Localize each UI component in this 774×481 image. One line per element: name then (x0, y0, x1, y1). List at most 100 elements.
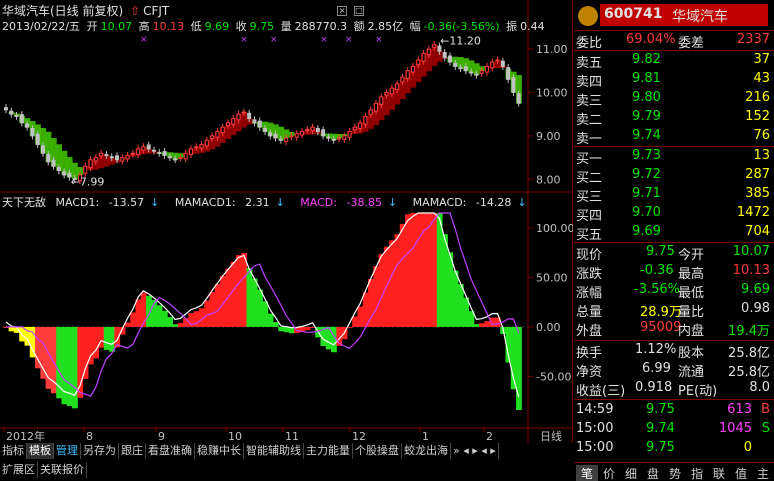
tab-10[interactable]: 蛟龙出海 (402, 443, 451, 459)
candle-body (136, 148, 141, 156)
chart-svg[interactable]: 11.00 10.00 9.00 8.00 100.00 50.00 0.00 -50.00 2… (0, 0, 573, 443)
panel-tab-8[interactable]: 主 (752, 465, 774, 481)
sell-volume: 43 (753, 71, 770, 86)
price-tick-label: 8.00 (536, 173, 561, 186)
mamacd1-label: MAMACD1: (174, 196, 236, 209)
candle-body (479, 70, 484, 74)
stock-code: 600741 (604, 6, 663, 22)
event-marker-icon: × (140, 35, 148, 45)
fundamental-value: 6.99 (642, 361, 671, 376)
panel-tab-2[interactable]: 细 (620, 465, 642, 481)
tick-time: 14:59 (576, 402, 614, 417)
sell-label: 卖一 (576, 132, 603, 147)
panel-tab-6[interactable]: 联 (708, 465, 730, 481)
macd-bar (262, 301, 269, 327)
tick-volume: 1045 (718, 421, 752, 436)
time-tick-label: 9 (158, 430, 165, 443)
sell-volume: 216 (745, 90, 770, 105)
tick-flag: S (761, 421, 770, 436)
fundamental-value: 25.8亿 (728, 365, 770, 380)
macd-bar (352, 316, 358, 327)
tab-2[interactable]: 管理 (54, 443, 81, 459)
candle-body (210, 135, 215, 139)
divider (574, 399, 774, 400)
stat-value: 9.75 (646, 244, 675, 259)
macd-label: MACD: (300, 196, 337, 209)
tab-0[interactable]: 指标 (0, 443, 27, 459)
candle-body (99, 152, 104, 157)
candle-body (236, 113, 241, 121)
candle-body (315, 128, 320, 133)
panel-tab-bar: 笔价细盘势指联值主 (574, 462, 774, 481)
price-tick-label: 9.00 (536, 130, 561, 143)
candle-body (300, 131, 304, 136)
time-tick-label: 2012年 (6, 429, 45, 443)
candle-body (263, 128, 267, 133)
macd-bar (362, 292, 369, 327)
panel-tab-0[interactable]: 笔 (576, 465, 598, 481)
chart-area[interactable]: 11.00 10.00 9.00 8.00 100.00 50.00 0.00 -50.00 2… (0, 0, 573, 443)
sell-row: 卖二 9.79 152 (574, 109, 774, 128)
tab-3[interactable]: 另存为 (81, 443, 119, 459)
stat-value: 0.98 (741, 301, 770, 316)
panel-tab-4[interactable]: 势 (664, 465, 686, 481)
candle-body (352, 126, 357, 131)
ext-tab-1[interactable]: 关联报价 (38, 462, 87, 478)
volume-label: 量 (280, 20, 292, 33)
divider (574, 146, 774, 147)
event-marker-icon: × (345, 35, 353, 45)
panel-tab-1[interactable]: 价 (598, 465, 620, 481)
tab-6[interactable]: 稳赚中长 (195, 443, 244, 459)
high-annotation: ←11.20 (440, 34, 481, 47)
stat-row: 涨幅 -3.56% 最低 9.69 (574, 282, 774, 301)
stat-value: 28.9万 (640, 305, 682, 320)
buy-volume: 287 (745, 167, 770, 182)
tab-9[interactable]: 个股操盘 (353, 443, 402, 459)
tab-1[interactable]: 模板 (27, 443, 54, 459)
close-icon[interactable]: × (337, 6, 348, 16)
candle-body (56, 167, 61, 172)
panel-tab-5[interactable]: 指 (686, 465, 708, 481)
tick-price: 9.74 (646, 421, 675, 436)
buy-price: 9.71 (632, 186, 661, 201)
quote-line: 2013/02/22/五 开 10.07 高 10.13 低 9.69 收 9.75 量… (2, 18, 548, 33)
bottom-tab-area: 指标 模板 管理 另存为 跟庄 看盘准确 稳赚中长 智能辅助线 主力能量 个股操盘 蛟龙出海» ◂ … (0, 443, 573, 481)
macd-bar (204, 300, 210, 327)
macd-bar (399, 224, 406, 327)
candle-body (88, 159, 93, 169)
stat-row: 涨跌 -0.36 最高 10.13 (574, 263, 774, 282)
fundamental-label: 流通 (678, 365, 705, 380)
candle-body (220, 126, 225, 134)
tab-7[interactable]: 智能辅助线 (244, 443, 304, 459)
candle-body (157, 151, 162, 154)
stat-label: 最高 (678, 267, 705, 282)
candle-body (252, 119, 257, 124)
macd1-readout: MACD1: -13.57 ↓ (56, 196, 166, 209)
macd-tick-label: -50.00 (536, 370, 571, 383)
buy-label: 买三 (576, 190, 603, 205)
macd-bar (230, 261, 237, 327)
ext-tab-0[interactable]: 扩展区 (0, 462, 38, 478)
tab-4[interactable]: 跟庄 (119, 443, 146, 459)
tab-5[interactable]: 看盘准确 (146, 443, 195, 459)
event-marker-icon: × (375, 35, 383, 45)
fundamental-label: 收益(三) (576, 384, 626, 399)
sell-price: 9.81 (632, 71, 661, 86)
panel-tab-3[interactable]: 盘 (642, 465, 664, 481)
macd-header: 天下无敌 MACD1: -13.57 ↓ MAMACD1: 2.31 ↓ MACD:… (2, 194, 539, 209)
stock-code-box[interactable]: 600741 华域汽车 (600, 4, 768, 26)
panel-tab-7[interactable]: 值 (730, 465, 752, 481)
candle-body (358, 122, 363, 130)
candle-body (173, 158, 178, 161)
fundamental-row: 净资 6.99 流通 25.8亿 (574, 361, 774, 380)
time-tick-label: 10 (228, 430, 242, 443)
macd-bar (272, 322, 279, 327)
macd-bar (235, 255, 242, 327)
tab-scroll-arrows-icon[interactable]: » ◂ ▸ ◂ ▸ (451, 443, 499, 459)
stat-label: 涨幅 (576, 286, 603, 301)
tab-8[interactable]: 主力能量 (304, 443, 353, 459)
restore-icon[interactable]: □ (354, 6, 364, 16)
candle-body (337, 137, 341, 140)
candle-body (331, 138, 336, 141)
fundamental-label: PE(动) (678, 384, 718, 399)
